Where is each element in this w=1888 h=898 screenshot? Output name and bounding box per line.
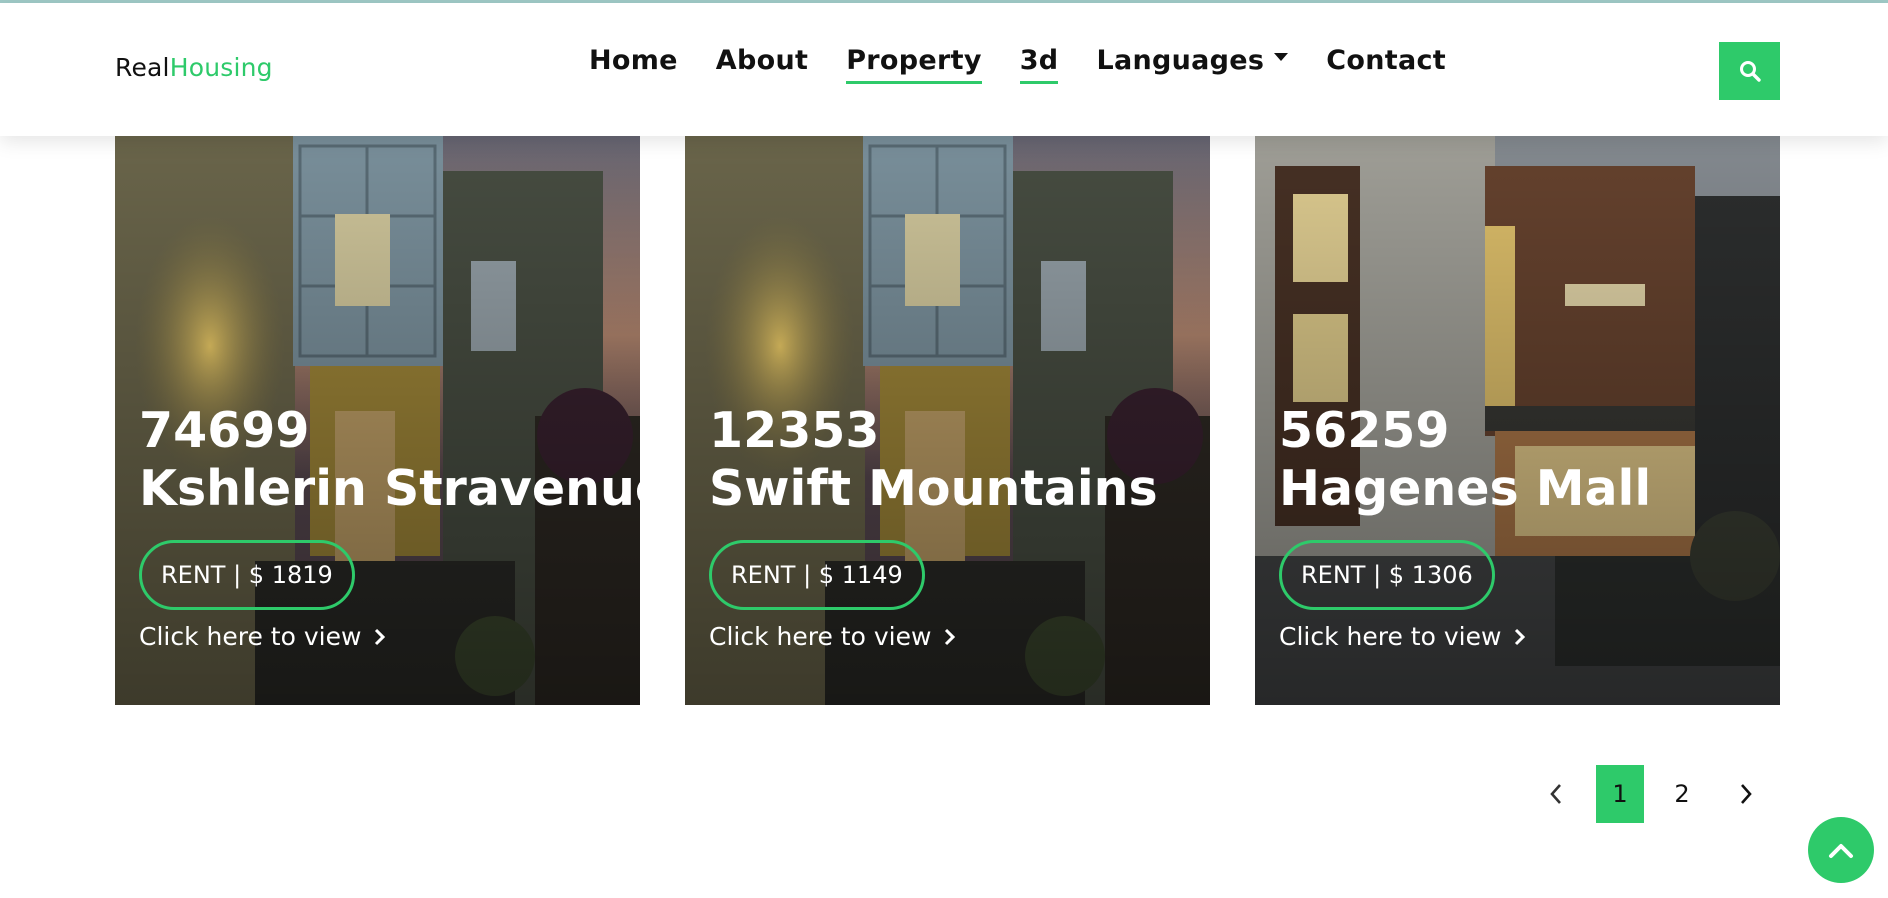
- view-property-link[interactable]: Click here to view: [709, 622, 1158, 651]
- property-number: 56259: [1279, 402, 1450, 459]
- property-street: Hagenes Mall: [1279, 460, 1652, 517]
- nav-item-about[interactable]: About: [716, 45, 808, 84]
- pagination-page-1[interactable]: 1: [1596, 765, 1644, 823]
- back-to-top-button[interactable]: [1808, 817, 1874, 883]
- nav-item-languages-dropdown[interactable]: Languages: [1096, 45, 1289, 84]
- property-card[interactable]: 74699 Kshlerin Stravenue RENT | $ 1819 C…: [115, 136, 640, 705]
- rent-price-badge[interactable]: RENT | $ 1306: [1279, 540, 1495, 610]
- pagination-next-button[interactable]: [1724, 765, 1768, 823]
- site-header: RealHousing Home About Property 3d Langu…: [0, 3, 1888, 136]
- view-property-link[interactable]: Click here to view: [139, 622, 640, 651]
- nav-item-home[interactable]: Home: [589, 45, 678, 84]
- nav-item-contact[interactable]: Contact: [1326, 45, 1446, 84]
- property-street: Swift Mountains: [709, 460, 1158, 517]
- rent-price-badge[interactable]: RENT | $ 1149: [709, 540, 925, 610]
- property-card[interactable]: 12353 Swift Mountains RENT | $ 1149 Clic…: [685, 136, 1210, 705]
- main-nav: Home About Property 3d Languages Contact: [589, 45, 1484, 84]
- chevron-right-icon: [945, 628, 956, 645]
- property-info: 12353 Swift Mountains RENT | $ 1149 Clic…: [709, 402, 1158, 651]
- chevron-left-icon: [1550, 784, 1561, 804]
- search-button[interactable]: [1719, 42, 1780, 100]
- pagination-page-2[interactable]: 2: [1658, 765, 1706, 823]
- page-number: 1: [1612, 780, 1628, 808]
- rent-price-badge[interactable]: RENT | $ 1819: [139, 540, 355, 610]
- chevron-right-icon: [1741, 784, 1752, 804]
- view-link-label: Click here to view: [709, 622, 932, 651]
- chevron-right-icon: [1515, 628, 1526, 645]
- nav-item-property[interactable]: Property: [846, 45, 982, 84]
- pagination-prev-button[interactable]: [1534, 765, 1578, 823]
- page-number: 2: [1674, 780, 1690, 808]
- property-street: Kshlerin Stravenue: [139, 460, 640, 517]
- property-info: 74699 Kshlerin Stravenue RENT | $ 1819 C…: [139, 402, 640, 651]
- brand-name-part1: Real: [115, 53, 170, 82]
- caret-down-icon: [1274, 52, 1289, 61]
- property-number: 74699: [139, 402, 310, 459]
- search-icon: [1739, 61, 1761, 82]
- property-number: 12353: [709, 402, 880, 459]
- nav-item-languages-label: Languages: [1096, 45, 1265, 76]
- chevron-up-icon: [1829, 844, 1853, 858]
- brand-logo[interactable]: RealHousing: [115, 53, 273, 82]
- view-link-label: Click here to view: [139, 622, 362, 651]
- property-info: 56259 Hagenes Mall RENT | $ 1306 Click h…: [1279, 402, 1651, 651]
- view-property-link[interactable]: Click here to view: [1279, 622, 1651, 651]
- property-card[interactable]: 56259 Hagenes Mall RENT | $ 1306 Click h…: [1255, 136, 1780, 705]
- brand-name-part2: Housing: [169, 53, 273, 82]
- chevron-right-icon: [375, 628, 386, 645]
- view-link-label: Click here to view: [1279, 622, 1502, 651]
- nav-item-3d[interactable]: 3d: [1019, 45, 1059, 84]
